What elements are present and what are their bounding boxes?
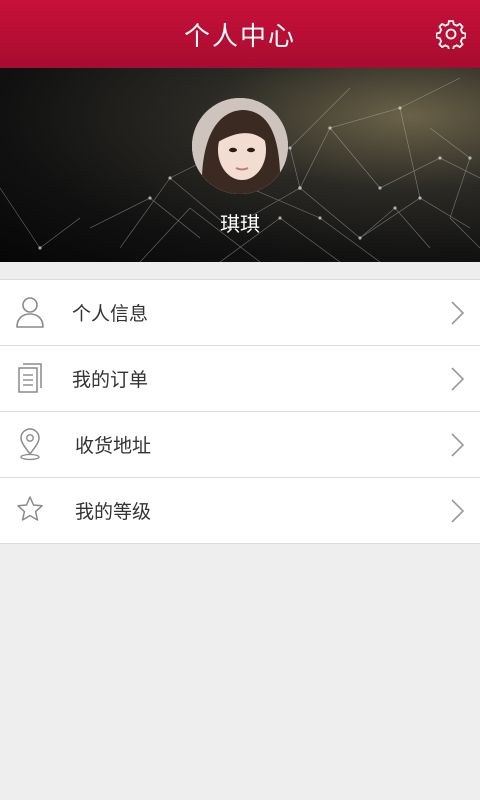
menu-item-label: 收货地址	[75, 435, 152, 457]
username: 琪琪	[220, 212, 260, 236]
avatar[interactable]	[192, 98, 288, 194]
menu-item-profile-info[interactable]: 个人信息	[0, 280, 480, 346]
app-header: 个人中心	[0, 0, 480, 68]
menu-list: 个人信息 我的订单 收货地址 我的等级	[0, 279, 480, 544]
menu-item-shipping-address[interactable]: 收货地址	[0, 412, 480, 478]
location-pin-icon	[20, 428, 40, 461]
user-icon	[16, 297, 44, 328]
avatar-photo	[192, 98, 288, 194]
settings-button[interactable]	[434, 17, 468, 51]
star-icon	[17, 496, 43, 521]
menu-item-label: 我的等级	[75, 501, 152, 523]
chevron-right-icon	[451, 367, 465, 391]
menu-item-my-orders[interactable]: 我的订单	[0, 346, 480, 412]
gear-icon	[436, 20, 466, 49]
chevron-right-icon	[451, 301, 465, 325]
chevron-right-icon	[451, 433, 465, 457]
menu-item-my-level[interactable]: 我的等级	[0, 478, 480, 544]
profile-banner: 琪琪	[0, 68, 480, 262]
menu-item-label: 我的订单	[72, 369, 149, 391]
chevron-right-icon	[451, 499, 465, 523]
menu-item-label: 个人信息	[72, 303, 149, 325]
orders-icon	[18, 363, 42, 393]
page-title: 个人中心	[183, 21, 296, 52]
